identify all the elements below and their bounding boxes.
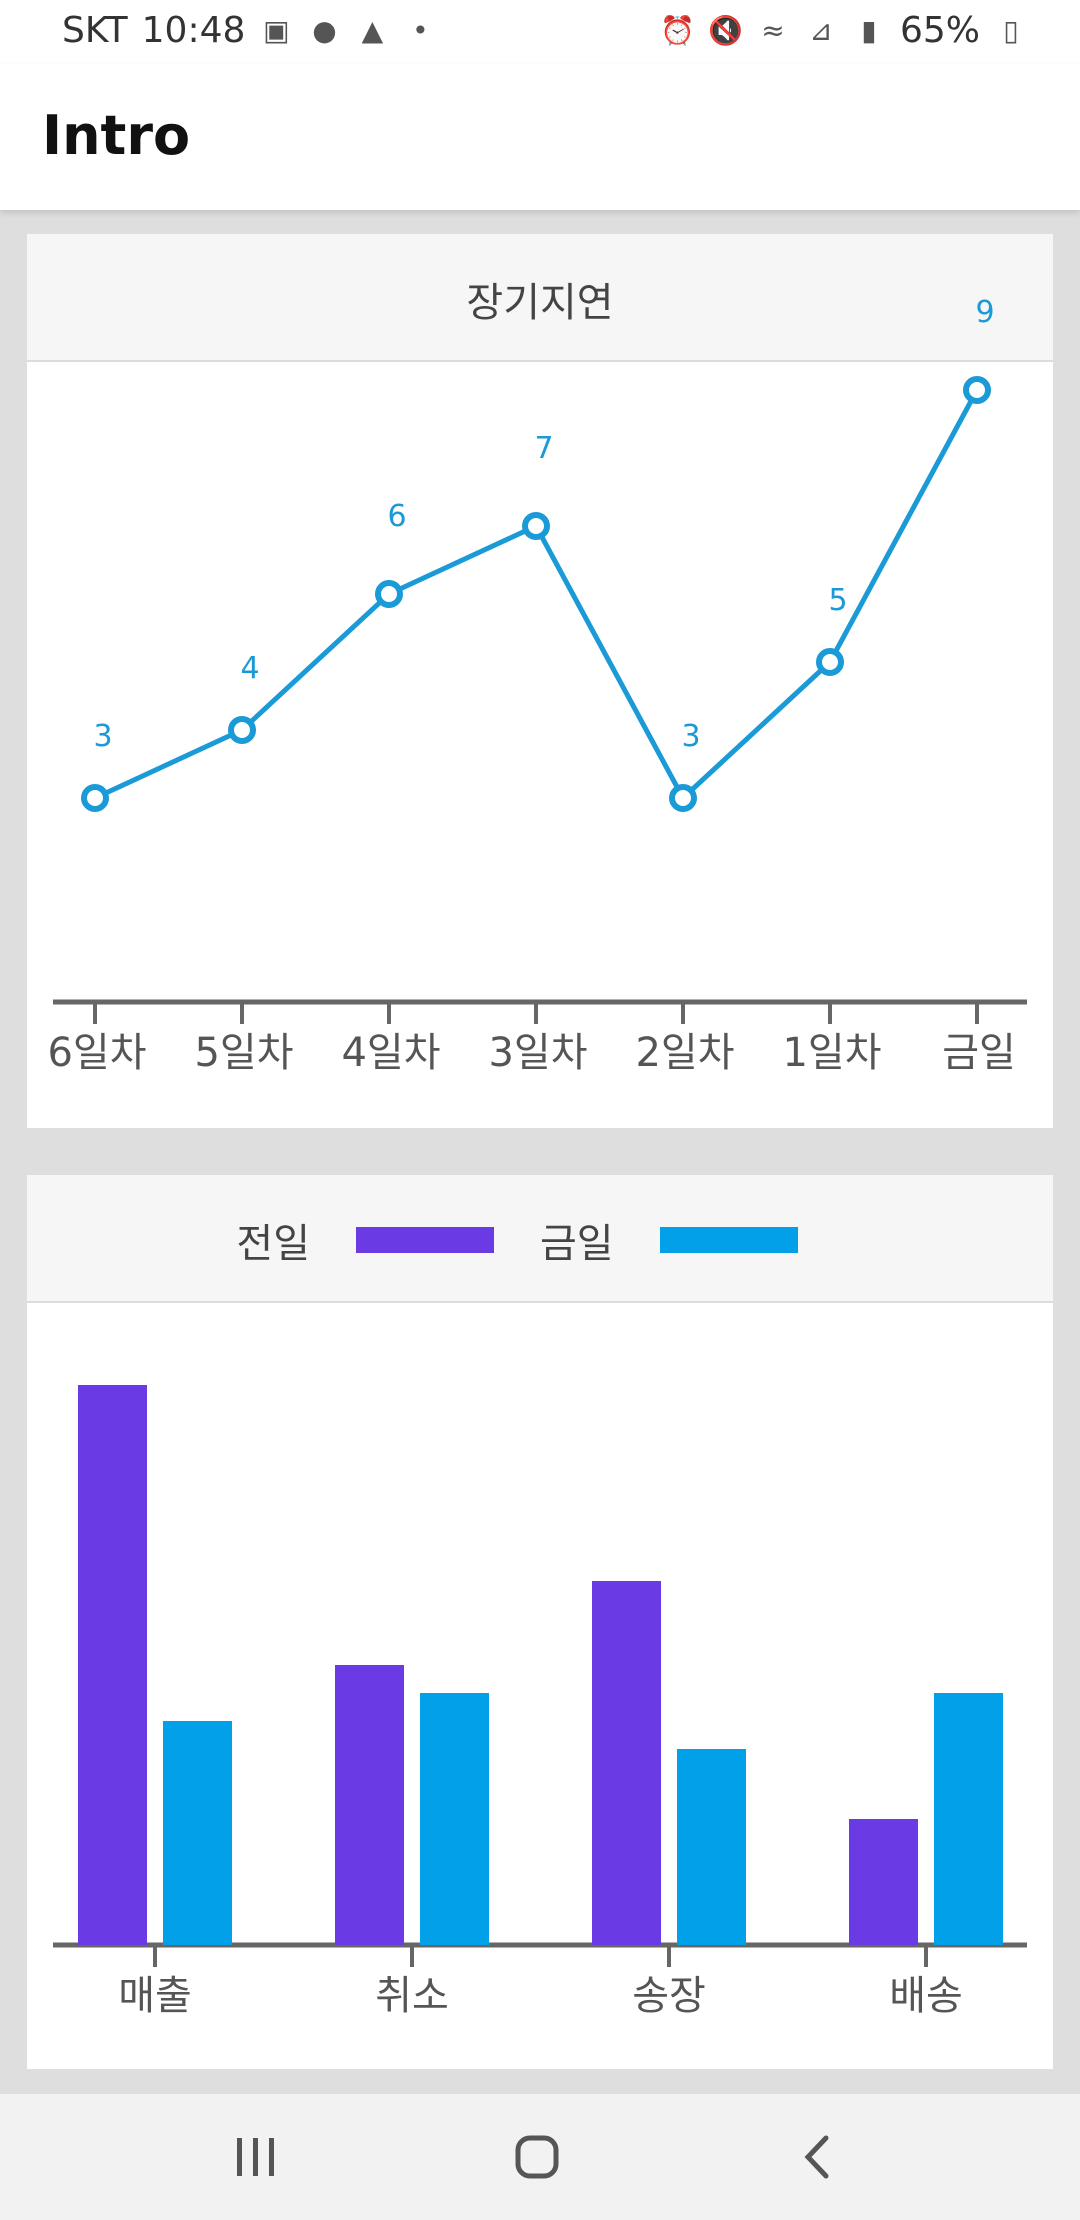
home-icon[interactable] xyxy=(497,2124,577,2190)
data-point xyxy=(81,784,109,812)
x-tick-label: 3일차 xyxy=(488,1030,587,1076)
data-point xyxy=(375,580,403,608)
x-tick-label: 금일 xyxy=(942,1030,1016,1076)
data-label: 7 xyxy=(534,431,553,466)
recents-icon[interactable] xyxy=(215,2124,295,2190)
data-point xyxy=(669,784,697,812)
bar xyxy=(592,1581,661,1945)
bar-chart: 매출 취소 송장 배송 xyxy=(53,1385,1027,2019)
bar xyxy=(849,1819,918,1945)
bar xyxy=(335,1665,404,1945)
x-tick-label: 5일차 xyxy=(194,1030,293,1076)
app-icon: ▲ xyxy=(361,13,384,47)
battery-percent: 65% xyxy=(899,10,980,51)
carrier: SKT xyxy=(62,10,128,51)
signal-icon: ▮ xyxy=(861,13,877,47)
data-label: 6 xyxy=(387,499,406,534)
data-label: 3 xyxy=(681,719,700,754)
page-title: Intro xyxy=(42,104,191,167)
data-label: 3 xyxy=(93,719,112,754)
data-point xyxy=(816,648,844,676)
navigation-bar xyxy=(0,2094,1080,2220)
bar-chart-card: 전일 금일 매출 취소 송장 배송 xyxy=(27,1175,1053,2069)
data-label: 9 xyxy=(975,295,994,330)
x-tick-label: 배송 xyxy=(889,1973,963,2019)
x-tick-label: 송장 xyxy=(632,1973,706,2019)
status-bar: SKT 10:48 ▣ ● ▲ • ⏰ 🔇 ≈ ⊿ ▮ 65% ▯ xyxy=(0,0,1080,64)
bar xyxy=(934,1693,1003,1945)
x-tick-label: 취소 xyxy=(375,1973,449,2019)
bar xyxy=(677,1749,746,1945)
x-tick-label: 매출 xyxy=(118,1973,192,2019)
bar xyxy=(78,1385,147,1945)
data-label: 4 xyxy=(240,651,259,686)
line-chart: 6일차 5일차 4일차 3일차 2일차 1일차 금일 3 4 6 7 3 5 9 xyxy=(47,295,1027,1076)
image-icon: ▣ xyxy=(263,13,290,47)
x-tick-label: 6일차 xyxy=(47,1030,146,1076)
x-tick-label: 4일차 xyxy=(341,1030,440,1076)
line-chart-card: 장기지연 6일차 5일차 4일차 3일차 2일차 1일차 금일 3 4 6 7 3 5 9 xyxy=(27,234,1053,1128)
data-point xyxy=(963,376,991,404)
data-point xyxy=(228,716,256,744)
vibrate-icon: ≈ xyxy=(761,13,785,47)
bar xyxy=(420,1693,489,1945)
x-tick-label: 2일차 xyxy=(635,1030,734,1076)
alarm-icon: ⏰ xyxy=(659,13,695,47)
status-right: ⏰ 🔇 ≈ ⊿ ▮ 65% ▯ xyxy=(660,10,1028,51)
mute-icon: 🔇 xyxy=(707,13,743,47)
bar xyxy=(163,1721,232,1945)
x-tick-label: 1일차 xyxy=(782,1030,881,1076)
app-bar: Intro xyxy=(0,64,1080,210)
status-left: SKT 10:48 ▣ ● ▲ • xyxy=(62,10,437,51)
time: 10:48 xyxy=(141,10,246,51)
wifi-icon: ⊿ xyxy=(809,13,833,47)
dot-icon: • xyxy=(412,13,429,47)
kakaotalk-icon: ● xyxy=(312,13,337,47)
back-icon[interactable] xyxy=(780,2124,860,2190)
battery-icon: ▯ xyxy=(1003,13,1019,47)
data-label: 5 xyxy=(828,583,847,618)
data-point xyxy=(522,512,550,540)
